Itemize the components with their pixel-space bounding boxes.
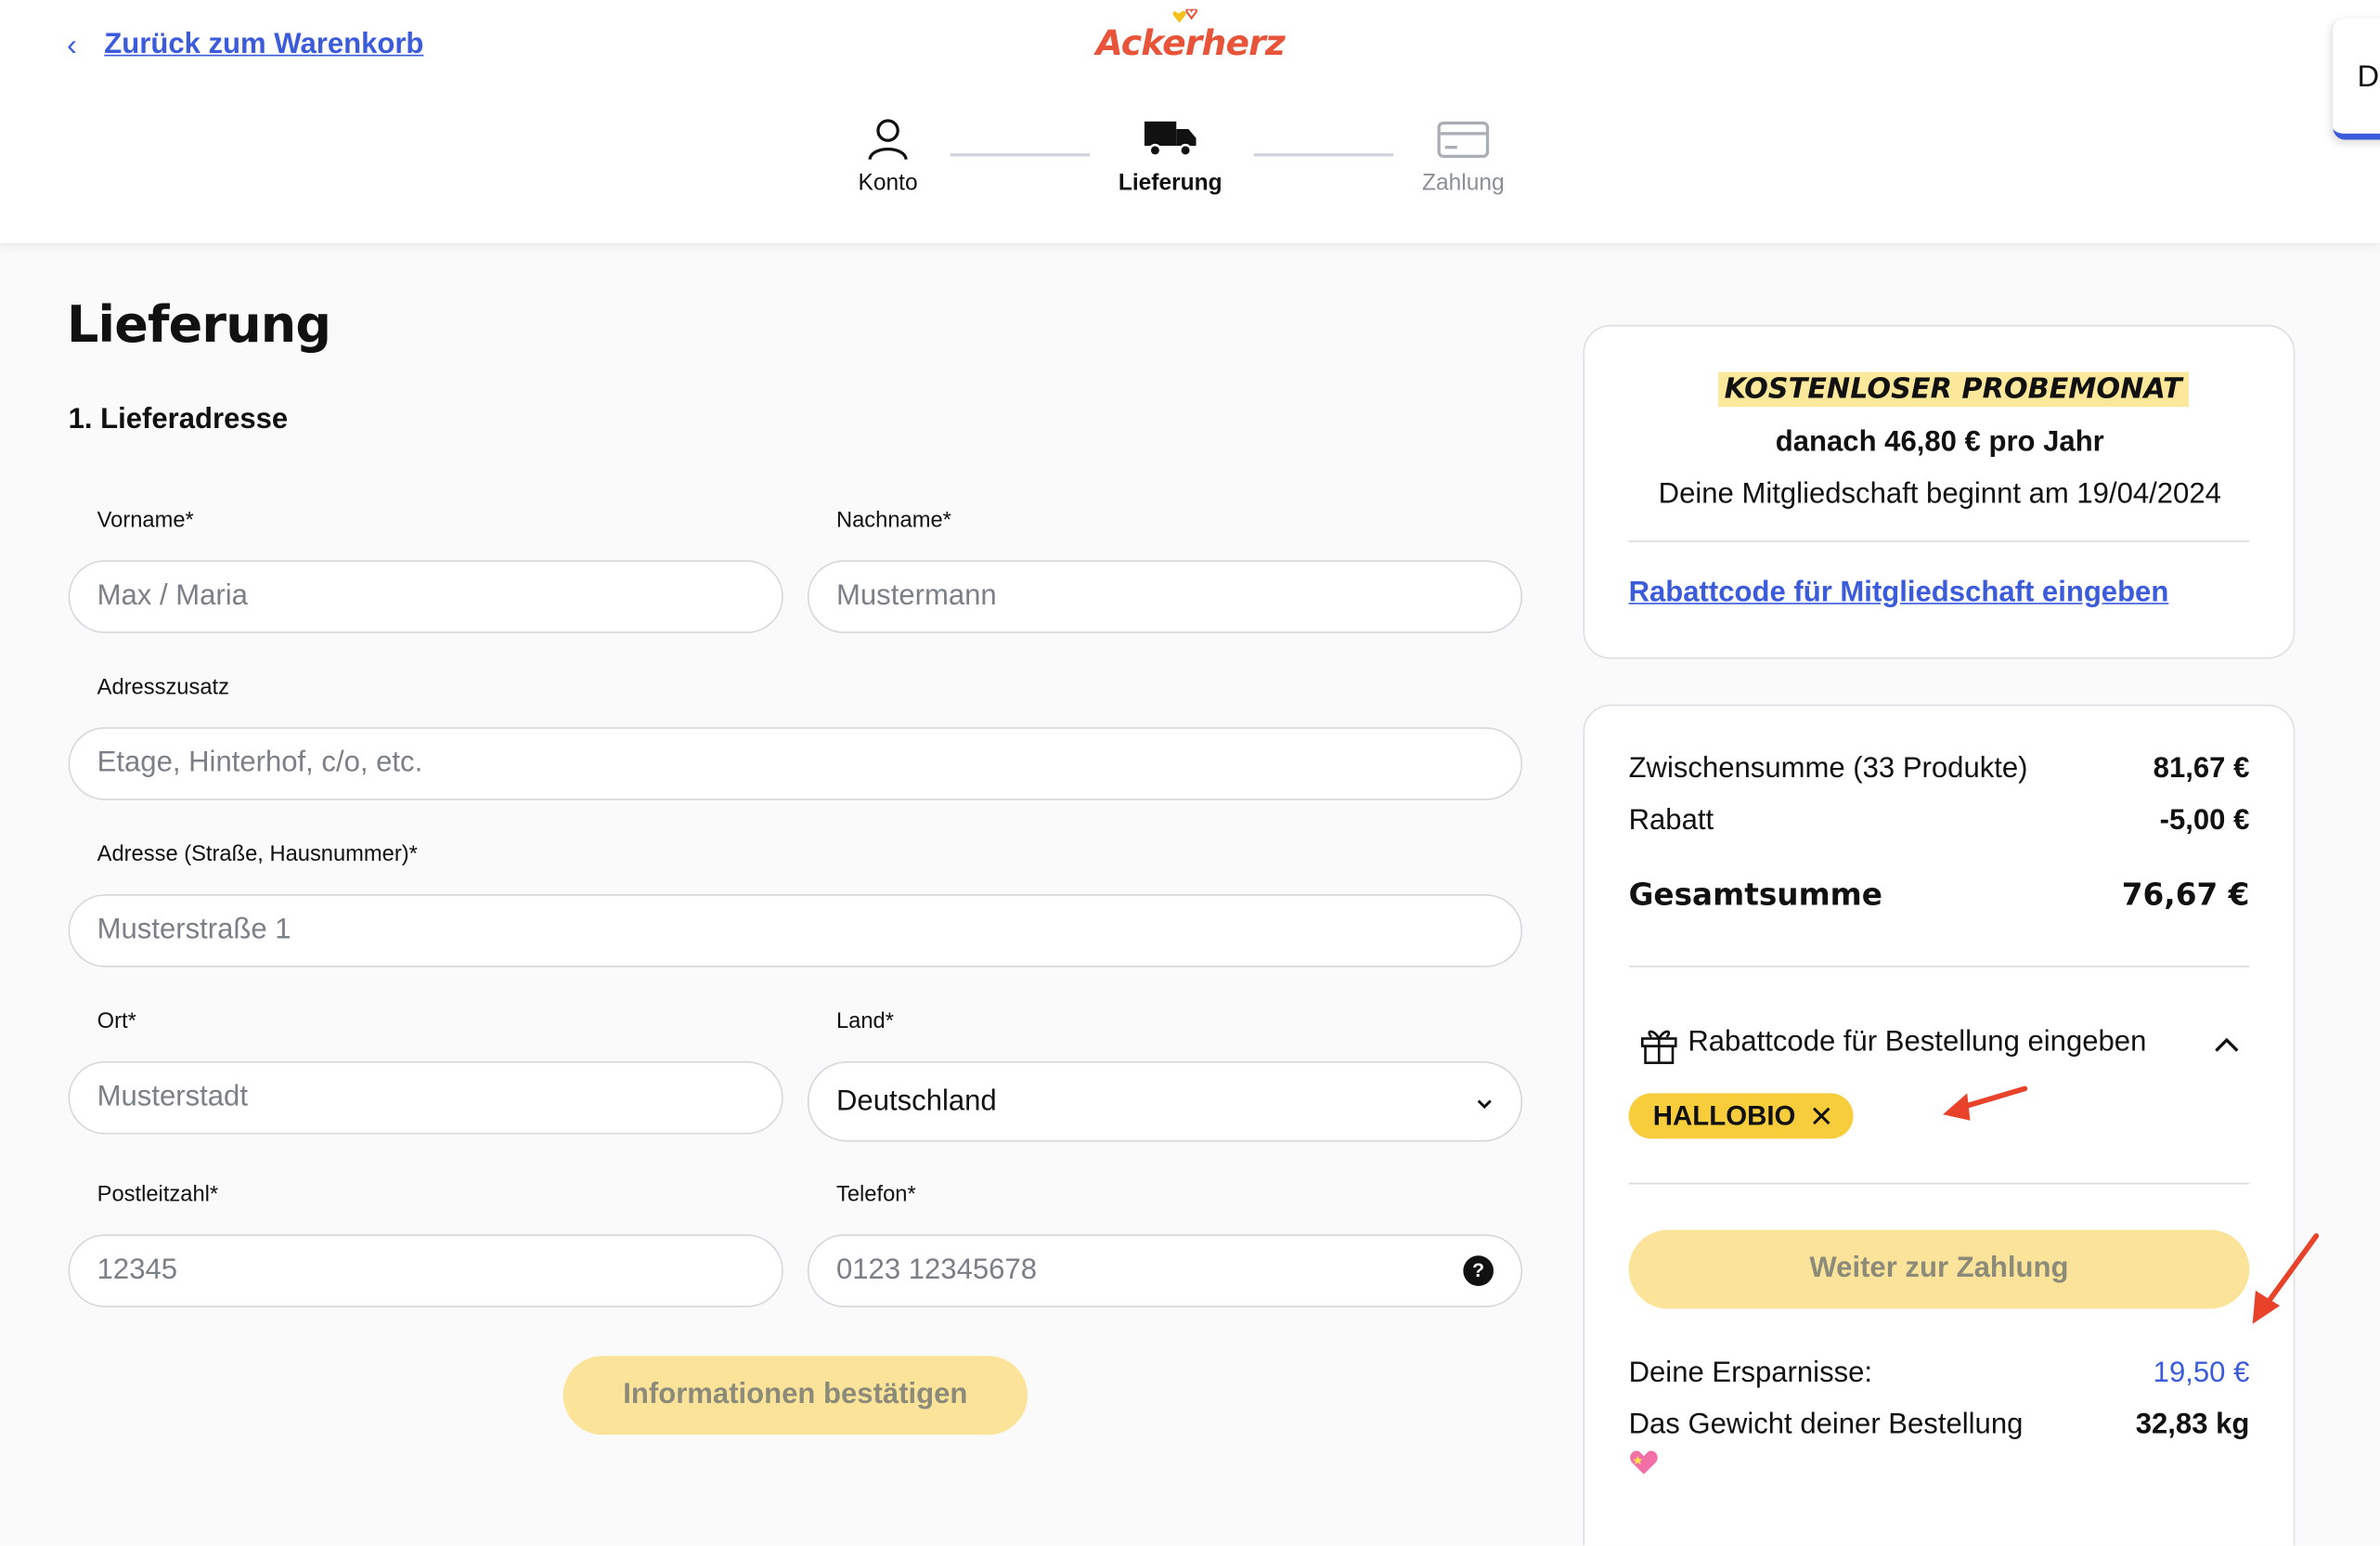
step-connector [950,153,1091,157]
nachname-label: Nachname* [835,508,951,533]
membership-coupon-link[interactable]: Rabattcode für Mitgliedschaft eingeben [1629,577,2169,610]
gift-icon [1640,1030,1677,1064]
telefon-placeholder: 0123 12345678 [835,1254,1037,1287]
discount-value: -5,00 € [2159,804,2250,837]
help-icon[interactable]: ? [1463,1255,1494,1287]
discount-label: Rabatt [1628,804,1714,837]
checkout-header: ‹ Zurück zum Warenkorb Ackerherz Konto L… [0,0,2380,243]
telefon-label: Telefon* [835,1182,916,1207]
back-to-cart-label[interactable]: Zurück zum Warenkorb [104,29,423,62]
plz-label: Postleitzahl* [97,1182,219,1207]
logo-text: Ackerherz [1095,24,1286,64]
subtotal-value: 81,67 € [2153,753,2250,786]
checkout-steps: Konto Lieferung Zahlung [0,115,2380,206]
free-trial-headline: KOSTENLOSER PROBEMONAT [1718,371,2189,408]
user-icon [868,119,908,161]
land-label: Land* [835,1009,894,1034]
adresse-placeholder: Musterstraße 1 [97,914,291,946]
membership-price-line: danach 46,80 € pro Jahr [1775,426,2104,459]
adresszusatz-field[interactable]: Etage, Hinterhof, c/o, etc. [68,727,1523,800]
continue-to-payment-button[interactable]: Weiter zur Zahlung [1628,1229,2250,1309]
divider [1628,965,2250,968]
adresse-label: Adresse (Straße, Hausnummer)* [97,842,418,867]
chevron-left-icon: ‹ [66,29,77,63]
nachname-field[interactable]: Mustermann [807,560,1523,633]
confirm-information-button[interactable]: Informationen bestätigen [563,1356,1028,1436]
annotation-arrow-icon [2252,1233,2320,1324]
ort-placeholder: Musterstadt [97,1081,248,1113]
savings-value: 19,50 € [2153,1357,2250,1390]
ackerherz-logo[interactable]: Ackerherz [1096,3,1286,70]
land-value: Deutschland [835,1085,997,1117]
total-value: 76,67 € [2121,876,2250,913]
side-widget-tab[interactable]: D [2333,18,2380,140]
divider [1628,1182,2250,1185]
adresszusatz-placeholder: Etage, Hinterhof, c/o, etc. [97,747,423,779]
adresse-field[interactable]: Musterstraße 1 [68,894,1523,968]
membership-start-line: Deine Mitgliedschaft beginnt am 19/04/20… [1658,478,2221,511]
vorname-label: Vorname* [97,508,194,533]
ort-label: Ort* [97,1009,136,1034]
plz-field[interactable]: 12345 [68,1234,783,1307]
order-coupon-toggle-label: Rabattcode für Bestellung eingeben [1688,1026,2147,1059]
savings-label: Deine Ersparnisse: [1628,1357,1873,1390]
close-icon[interactable] [1811,1105,1832,1126]
chevron-up-icon[interactable] [2213,1035,2240,1054]
adresszusatz-label: Adresszusatz [97,675,229,700]
nachname-placeholder: Mustermann [835,579,997,612]
truck-icon [1144,121,1196,157]
back-to-cart-link[interactable]: ‹ Zurück zum Warenkorb [67,27,423,63]
sparkling-heart-icon [1630,1450,1658,1475]
total-label: Gesamtsumme [1628,876,1882,913]
applied-coupon-code: HALLOBIO [1652,1099,1796,1131]
step-zahlung[interactable]: Zahlung [1372,115,1554,196]
land-select[interactable]: Deutschland [807,1061,1523,1142]
step-konto-label: Konto [858,170,918,196]
side-widget-letter: D [2357,60,2380,95]
step-lieferung[interactable]: Lieferung [1080,115,1261,196]
vorname-placeholder: Max / Maria [97,579,248,612]
step-lieferung-label: Lieferung [1118,170,1222,196]
order-coupon-toggle[interactable]: Rabattcode für Bestellung eingeben [1629,1020,2250,1066]
page-title: Lieferung [66,294,331,355]
divider [1628,540,2250,542]
weight-value: 32,83 kg [2135,1409,2250,1441]
step-zahlung-label: Zahlung [1422,170,1505,196]
credit-card-icon [1437,121,1490,159]
ort-field[interactable]: Musterstadt [68,1061,783,1135]
applied-coupon-chip[interactable]: HALLOBIO [1628,1093,1854,1139]
annotation-arrow-icon [1943,1085,2028,1121]
telefon-field[interactable]: 0123 12345678 ? [807,1234,1523,1307]
vorname-field[interactable]: Max / Maria [68,560,783,633]
subtotal-label: Zwischensumme (33 Produkte) [1628,753,2028,786]
chevron-down-icon [1477,1099,1492,1110]
section-title-address: 1. Lieferadresse [68,403,289,436]
plz-placeholder: 12345 [97,1254,178,1287]
weight-label: Das Gewicht deiner Bestellung [1628,1409,2024,1441]
